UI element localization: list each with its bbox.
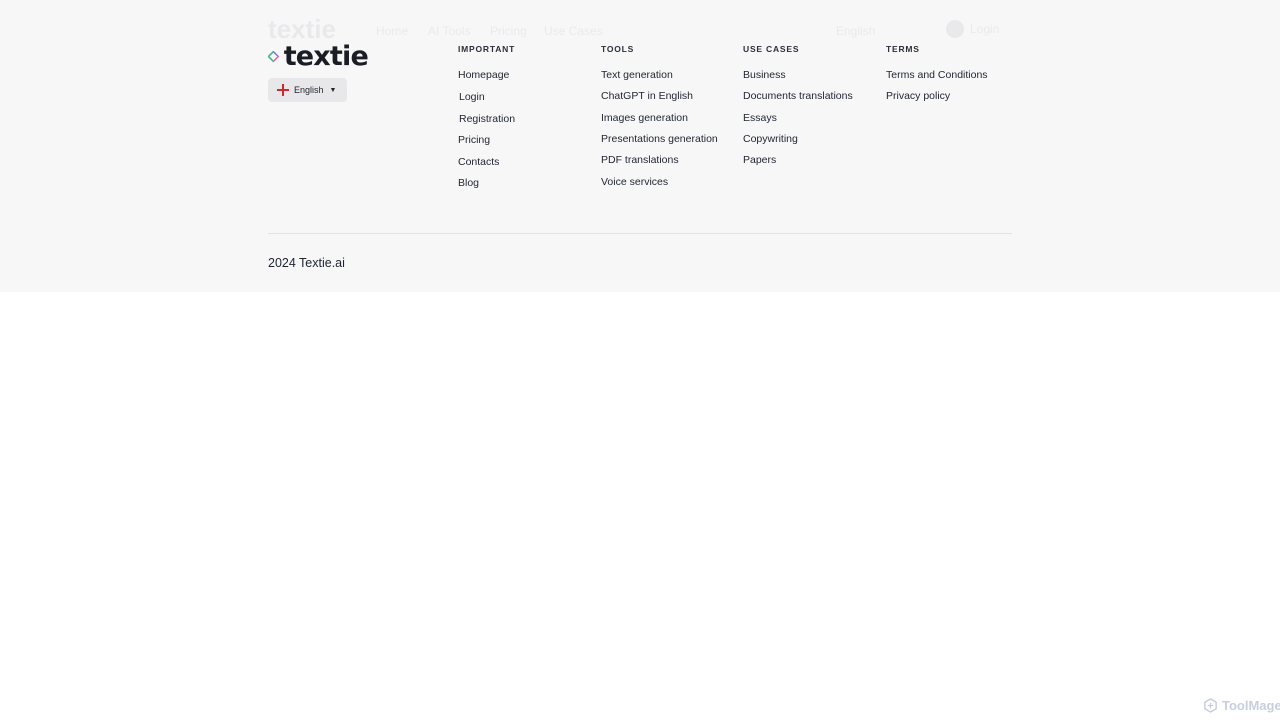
faded-nav-pricing[interactable]: Pricing <box>490 24 527 38</box>
column-heading: IMPORTANT <box>458 44 516 54</box>
footer-column-important: IMPORTANT <box>458 44 515 54</box>
faded-login[interactable]: Login <box>946 20 999 38</box>
footer-link-images-generation[interactable]: Images generation <box>601 112 688 124</box>
column-heading: USE CASES <box>743 44 800 54</box>
toolmage-watermark: ToolMage <box>1203 698 1280 713</box>
footer-link-voice-services[interactable]: Voice services <box>601 176 668 188</box>
footer-column-terms: TERMS <box>886 44 920 54</box>
footer-link-chatgpt-english[interactable]: ChatGPT in English <box>601 90 693 102</box>
faded-nav-home[interactable]: Home <box>376 24 408 38</box>
logo-wordmark: textie <box>283 40 369 72</box>
faded-nav-tools[interactable]: AI Tools <box>428 24 470 38</box>
site-footer: textie Home AI Tools Pricing Use Cases E… <box>0 0 1280 292</box>
footer-link-essays[interactable]: Essays <box>743 112 777 124</box>
footer-link-terms-conditions[interactable]: Terms and Conditions <box>886 69 988 81</box>
language-selector[interactable]: English ▼ <box>268 78 347 102</box>
chevron-down-icon: ▼ <box>329 86 337 94</box>
footer-link-contacts[interactable]: Contacts <box>458 156 499 168</box>
footer-link-presentations-generation[interactable]: Presentations generation <box>601 133 718 145</box>
footer-link-papers[interactable]: Papers <box>743 154 776 166</box>
faded-logo[interactable]: textie <box>268 14 360 44</box>
language-label: English <box>294 85 324 95</box>
footer-link-copywriting[interactable]: Copywriting <box>743 133 798 145</box>
toolmage-logo-icon <box>1204 698 1217 713</box>
user-icon <box>946 20 964 38</box>
faded-logo-text: textie <box>268 14 336 44</box>
copyright-text: 2024 Textie.ai <box>268 256 345 270</box>
column-heading: TOOLS <box>601 44 635 54</box>
faded-header: textie Home AI Tools Pricing Use Cases E… <box>0 0 1280 60</box>
textie-logo-icon <box>268 50 279 62</box>
footer-column-tools: TOOLS <box>601 44 634 54</box>
watermark-text: ToolMage <box>1222 698 1280 713</box>
footer-link-privacy-policy[interactable]: Privacy policy <box>886 90 950 102</box>
footer-link-registration[interactable]: Registration <box>459 113 515 125</box>
footer-link-blog[interactable]: Blog <box>458 177 479 189</box>
footer-link-business[interactable]: Business <box>743 69 786 81</box>
footer-link-pricing[interactable]: Pricing <box>458 134 490 146</box>
faded-nav-use-cases[interactable]: Use Cases <box>544 24 603 38</box>
column-heading: TERMS <box>886 44 920 54</box>
footer-link-login[interactable]: Login <box>459 91 485 103</box>
faded-login-label: Login <box>970 22 1000 36</box>
faded-language[interactable]: English <box>836 24 875 38</box>
footer-column-use-cases: USE CASES <box>743 44 799 54</box>
footer-link-homepage[interactable]: Homepage <box>458 69 509 81</box>
england-flag-icon <box>277 84 289 96</box>
footer-link-text-generation[interactable]: Text generation <box>601 69 673 81</box>
footer-logo[interactable]: textie <box>268 40 369 72</box>
footer-link-pdf-translations[interactable]: PDF translations <box>601 154 679 166</box>
footer-divider <box>268 233 1012 234</box>
footer-link-documents-translations[interactable]: Documents translations <box>743 90 853 102</box>
